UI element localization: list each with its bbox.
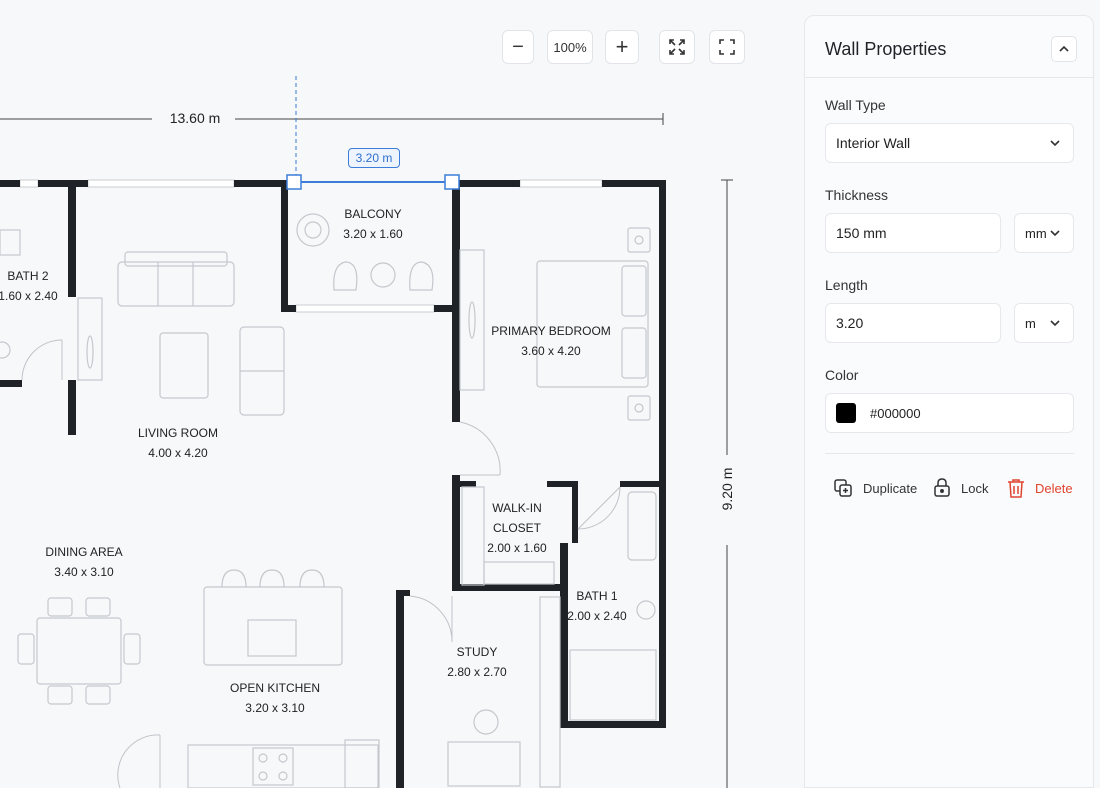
floor-plan-canvas[interactable]: 13.60 m 9.20 m 3.20 m BALCONY 3.20 x 1.6… xyxy=(0,0,800,788)
room-label-primary-bedroom[interactable]: PRIMARY BEDROOM 3.60 x 4.20 xyxy=(491,321,611,361)
wall-handle-end xyxy=(444,174,460,190)
actions-divider xyxy=(825,453,1074,454)
duplicate-button[interactable]: Duplicate xyxy=(833,478,917,498)
delete-label: Delete xyxy=(1035,480,1073,496)
width-dimension-label: 13.60 m xyxy=(163,110,227,126)
color-input[interactable]: #000000 xyxy=(825,393,1074,433)
panel-title: Wall Properties xyxy=(825,39,947,59)
wall-properties-panel: Wall Properties Wall Type Interior Wall … xyxy=(804,15,1094,788)
fullscreen-icon xyxy=(719,39,735,55)
zoom-in-button[interactable]: + xyxy=(605,30,639,64)
chevron-down-icon xyxy=(1050,140,1060,147)
height-dimension-label: 9.20 m xyxy=(719,461,735,517)
color-swatch[interactable] xyxy=(836,403,856,423)
room-label-bath-2[interactable]: BATH 2 1.60 x 2.40 xyxy=(0,266,58,306)
thickness-input[interactable]: 150 mm xyxy=(825,213,1001,253)
thickness-value: 150 mm xyxy=(836,225,887,241)
length-input[interactable]: 3.20 xyxy=(825,303,1001,343)
trash-icon xyxy=(1008,479,1024,498)
thickness-unit-value: mm xyxy=(1025,225,1047,241)
wall-type-select[interactable]: Interior Wall xyxy=(825,123,1074,163)
room-label-living-room[interactable]: LIVING ROOM 4.00 x 4.20 xyxy=(138,423,218,463)
length-value: 3.20 xyxy=(836,315,864,331)
fit-to-screen-button[interactable] xyxy=(659,30,695,64)
length-unit-select[interactable]: m xyxy=(1014,303,1074,343)
room-label-bath-1[interactable]: BATH 1 2.00 x 2.40 xyxy=(567,586,626,626)
floor-plan-drawing xyxy=(0,76,733,788)
room-label-study[interactable]: STUDY 2.80 x 2.70 xyxy=(447,642,506,682)
color-label: Color xyxy=(825,367,859,383)
selected-wall[interactable] xyxy=(286,174,460,190)
room-label-walk-in-closet[interactable]: WALK-IN CLOSET 2.00 x 1.60 xyxy=(487,498,546,558)
wall-type-label: Wall Type xyxy=(825,97,886,113)
thickness-label: Thickness xyxy=(825,187,889,203)
chevron-down-icon xyxy=(1050,320,1060,327)
chevron-down-icon xyxy=(1050,230,1060,237)
chevron-up-icon xyxy=(1059,45,1069,52)
fit-to-screen-icon xyxy=(669,39,685,55)
wall-handle-start xyxy=(286,174,302,190)
fullscreen-button[interactable] xyxy=(709,30,745,64)
length-unit-value: m xyxy=(1025,315,1036,331)
duplicate-label: Duplicate xyxy=(863,480,918,496)
room-label-balcony[interactable]: BALCONY 3.20 x 1.60 xyxy=(343,204,402,244)
room-label-dining-area[interactable]: DINING AREA 3.40 x 3.10 xyxy=(45,542,122,582)
lock-button[interactable]: Lock xyxy=(933,478,988,498)
room-label-open-kitchen[interactable]: OPEN KITCHEN 3.20 x 3.10 xyxy=(230,678,320,718)
color-value: #000000 xyxy=(870,405,921,421)
thickness-unit-select[interactable]: mm xyxy=(1014,213,1074,253)
selected-wall-length-tag: 3.20 m xyxy=(348,148,400,168)
lock-icon xyxy=(934,478,950,497)
wall-type-value: Interior Wall xyxy=(836,135,911,151)
panel-divider xyxy=(805,77,1093,78)
duplicate-icon xyxy=(834,479,852,497)
zoom-level-display[interactable]: 100% xyxy=(547,30,593,64)
zoom-out-button[interactable]: − xyxy=(502,30,534,64)
lock-label: Lock xyxy=(961,480,989,496)
collapse-panel-button[interactable] xyxy=(1051,36,1077,62)
delete-button[interactable]: Delete xyxy=(1007,478,1073,498)
length-label: Length xyxy=(825,277,868,293)
